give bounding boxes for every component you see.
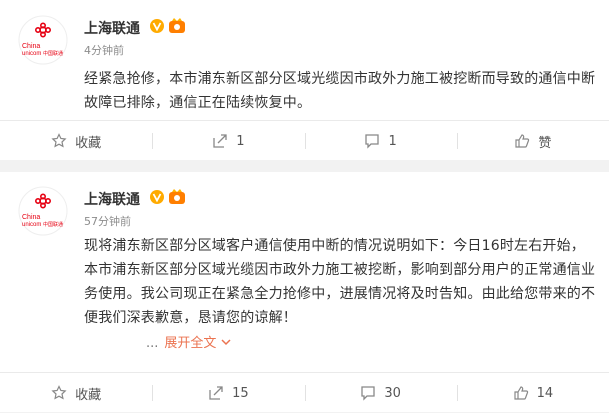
avatar[interactable]: China unicom 中国联通 [18,186,68,236]
weibo-post-2: China unicom 中国联通 上海联通 57分钟前 现将浦东新区部分区域客… [0,172,609,412]
chevron-down-icon [221,339,231,346]
comment-button[interactable]: 1 [304,121,457,161]
collect-label: 收藏 [75,387,102,403]
like-label: 赞 [538,135,552,151]
repost-icon [209,386,223,400]
post-text: 经紧急抢修，本市浦东新区部分区域光缆因市政外力施工被挖断而导致的通信中断故障已排… [84,71,596,111]
expand-full-text-link[interactable]: ... 展开全文 [146,332,231,351]
comment-button[interactable]: 30 [304,373,457,413]
post-time[interactable]: 4分钟前 [84,42,124,58]
thumbs-up-icon [515,134,530,148]
svg-text:中国联通: 中国联通 [43,221,63,228]
svg-text:China: China [22,214,40,221]
verified-icon [150,19,164,33]
action-bar: 收藏 15 30 14 [0,372,609,413]
like-button[interactable]: 14 [456,373,609,413]
comment-count: 30 [384,385,401,401]
china-unicom-logo-icon: China unicom 中国联通 [18,186,68,236]
post-time[interactable]: 57分钟前 [84,213,131,229]
member-badge-icon [169,189,185,204]
collect-button[interactable]: 收藏 [0,121,152,161]
svg-text:China: China [22,43,40,50]
repost-button[interactable]: 15 [152,373,304,413]
svg-text:中国联通: 中国联通 [43,50,63,57]
like-button[interactable]: 赞 [456,121,609,161]
comment-icon [365,134,380,149]
post-text: 现将浦东新区部分区域客户通信使用中断的情况说明如下：今日16时左右开始，本市浦东… [84,238,596,326]
repost-count: 1 [236,133,245,149]
svg-text:unicom: unicom [22,222,41,228]
comment-icon [361,386,375,401]
collect-label: 收藏 [75,135,102,151]
collect-icon [51,385,67,400]
weibo-post-1: China unicom 中国联通 上海联通 4分钟前 经紧急抢修，本市浦东新区… [0,0,609,160]
author-name[interactable]: 上海联通 [84,189,140,209]
collect-button[interactable]: 收藏 [0,373,152,413]
verified-icon [150,190,164,204]
svg-text:unicom: unicom [22,51,41,57]
thumbs-up-icon [513,386,528,400]
expand-label: 展开全文 [164,336,217,351]
ellipsis: ... [146,336,159,351]
repost-icon [213,134,227,148]
like-count: 14 [536,385,554,401]
avatar[interactable]: China unicom 中国联通 [18,15,68,65]
collect-icon [51,133,67,148]
china-unicom-logo-icon: China unicom 中国联通 [18,15,68,65]
member-badge-icon [169,18,185,33]
repost-button[interactable]: 1 [152,121,304,161]
comment-count: 1 [388,133,397,149]
repost-count: 15 [232,385,249,401]
action-bar: 收藏 1 1 赞 [0,120,609,161]
author-name[interactable]: 上海联通 [84,18,140,38]
